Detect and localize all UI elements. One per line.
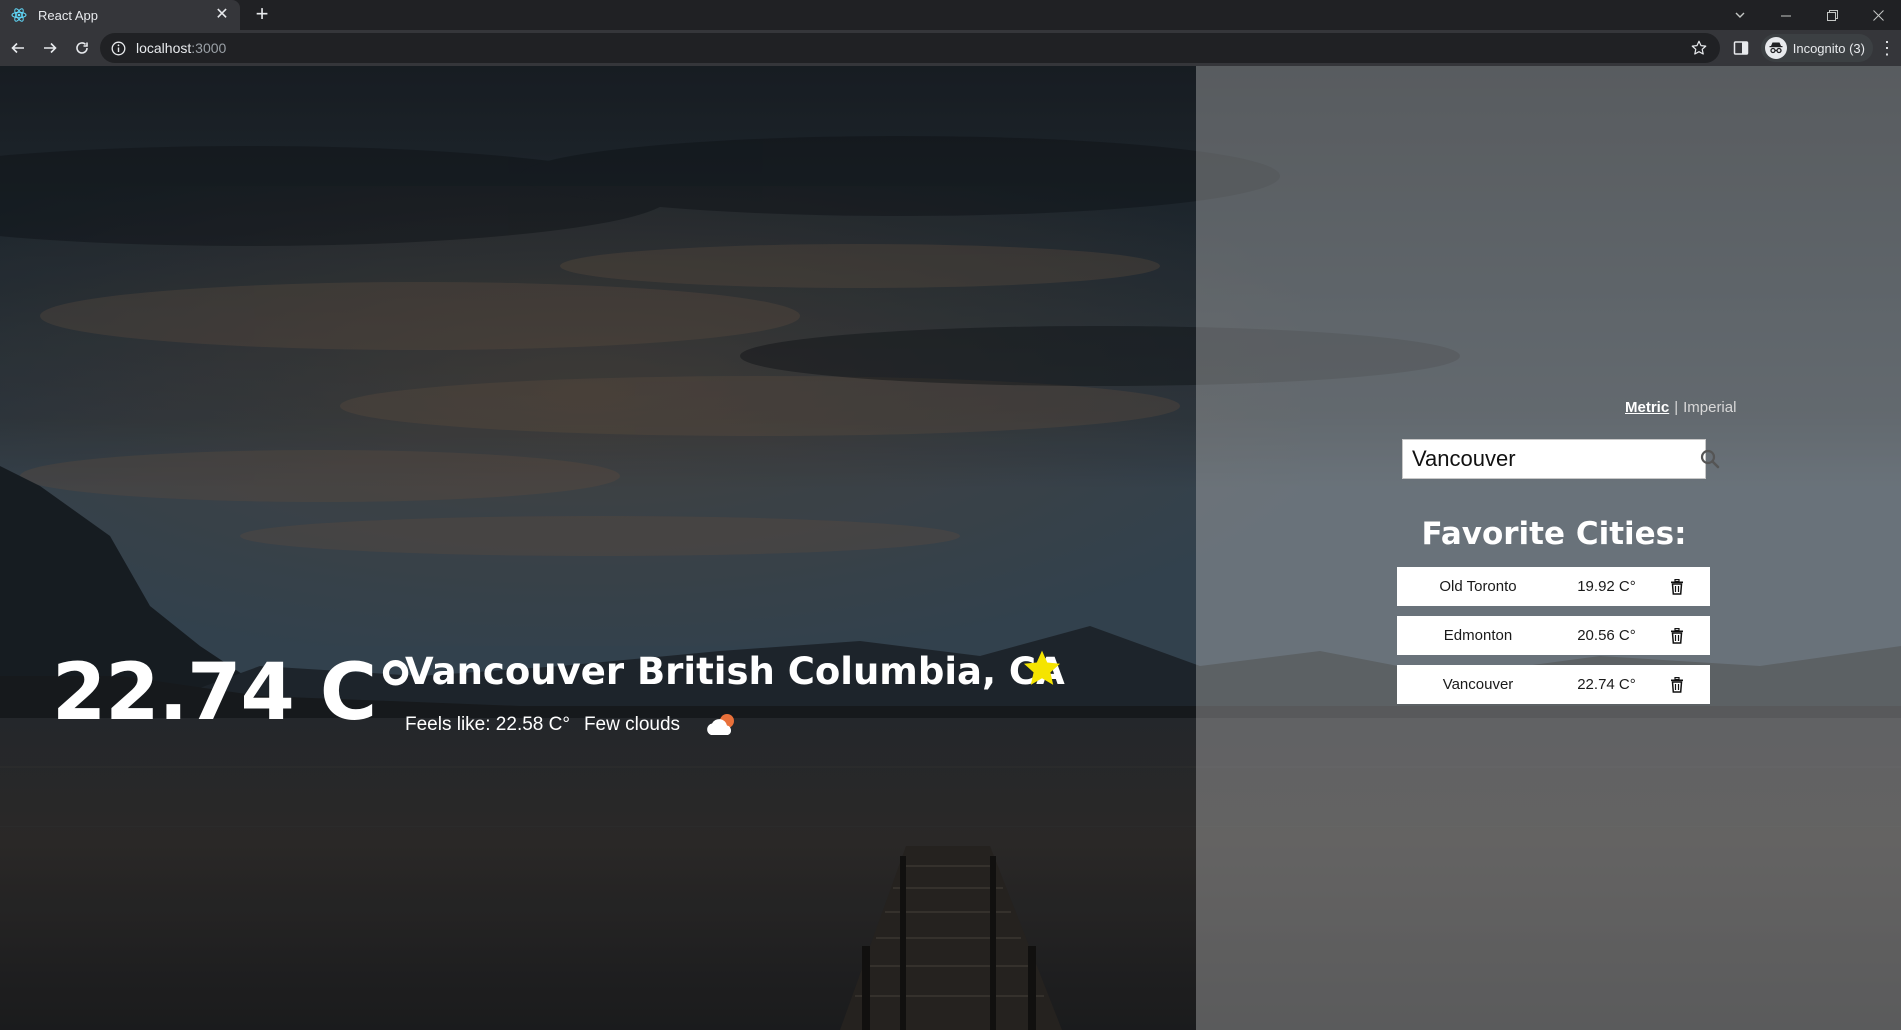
address-bar[interactable]: localhost:3000 <box>100 33 1720 63</box>
trash-icon[interactable] <box>1666 625 1688 647</box>
favorite-city-name: Vancouver <box>1442 676 1514 693</box>
favorite-cities-heading: Favorite Cities: <box>1421 516 1687 552</box>
imperial-toggle[interactable]: Imperial <box>1683 399 1736 416</box>
weather-details: Feels like: 22.58 C° Few clouds <box>405 711 740 739</box>
favorite-city-item[interactable]: Edmonton 20.56 C° <box>1397 616 1710 655</box>
favorite-city-item[interactable]: Vancouver 22.74 C° <box>1397 665 1710 704</box>
reload-icon[interactable] <box>68 34 96 62</box>
site-info-icon[interactable] <box>110 40 126 56</box>
minimize-icon[interactable] <box>1763 0 1809 30</box>
window-controls <box>1717 0 1901 30</box>
browser-menu-icon[interactable]: ⋮ <box>1873 34 1901 62</box>
favorite-city-temp: 19.92 C° <box>1577 578 1636 595</box>
restore-icon[interactable] <box>1809 0 1855 30</box>
feels-like-text: Feels like: 22.58 C° <box>405 714 570 735</box>
browser-toolbar: localhost:3000 Incognito (3) ⋮ <box>0 30 1901 66</box>
incognito-label: Incognito (3) <box>1792 40 1865 56</box>
few-clouds-icon <box>707 714 735 735</box>
favorite-city-item[interactable]: Old Toronto 19.92 C° <box>1397 567 1710 606</box>
favorite-city-temp: 22.74 C° <box>1577 676 1636 693</box>
favorite-cities-list: Old Toronto 19.92 C° Edmonton 20.56 C° V… <box>1397 567 1710 714</box>
favorite-city-name: Edmonton <box>1443 627 1513 644</box>
url-text: localhost:3000 <box>136 40 226 56</box>
browser-tab[interactable]: React App ✕ <box>0 0 240 30</box>
current-city-name: Vancouver British Columbia, CA <box>405 650 1065 693</box>
browser-tab-strip: React App ✕ + <box>0 0 1901 30</box>
tab-title: React App <box>38 7 98 23</box>
incognito-profile-button[interactable]: Incognito (3) <box>1760 34 1873 62</box>
trash-icon[interactable] <box>1666 674 1688 696</box>
weather-description: Few clouds <box>583 714 681 735</box>
tab-search-icon[interactable] <box>1717 0 1763 30</box>
content-overlay <box>0 66 1196 1030</box>
forward-icon[interactable] <box>36 34 64 62</box>
current-temperature: 22.74 C° <box>52 648 415 738</box>
url-port: :3000 <box>191 40 227 56</box>
city-search <box>1402 439 1720 479</box>
react-favicon-icon <box>11 7 27 23</box>
unit-separator: | <box>1674 399 1679 416</box>
new-tab-icon[interactable]: + <box>250 3 274 27</box>
search-icon[interactable] <box>1700 447 1720 471</box>
incognito-icon <box>1764 37 1787 59</box>
close-window-icon[interactable] <box>1855 0 1901 30</box>
city-search-input[interactable] <box>1403 440 1700 478</box>
bookmark-star-icon[interactable] <box>1690 39 1708 57</box>
tab-close-icon[interactable]: ✕ <box>212 5 232 25</box>
back-icon[interactable] <box>4 34 32 62</box>
url-host: localhost <box>136 40 192 56</box>
toolbar-right: Incognito (3) ⋮ <box>1727 30 1901 66</box>
favorite-star-icon[interactable] <box>1020 648 1064 690</box>
unit-toggle: Metric | Imperial <box>1625 399 1736 416</box>
side-panel-icon[interactable] <box>1727 34 1755 62</box>
app-page: 22.74 C° Vancouver British Columbia, CA … <box>0 66 1901 1030</box>
metric-toggle[interactable]: Metric <box>1625 399 1669 416</box>
favorite-city-temp: 20.56 C° <box>1577 627 1636 644</box>
trash-icon[interactable] <box>1666 576 1688 598</box>
favorite-city-name: Old Toronto <box>1439 578 1517 595</box>
